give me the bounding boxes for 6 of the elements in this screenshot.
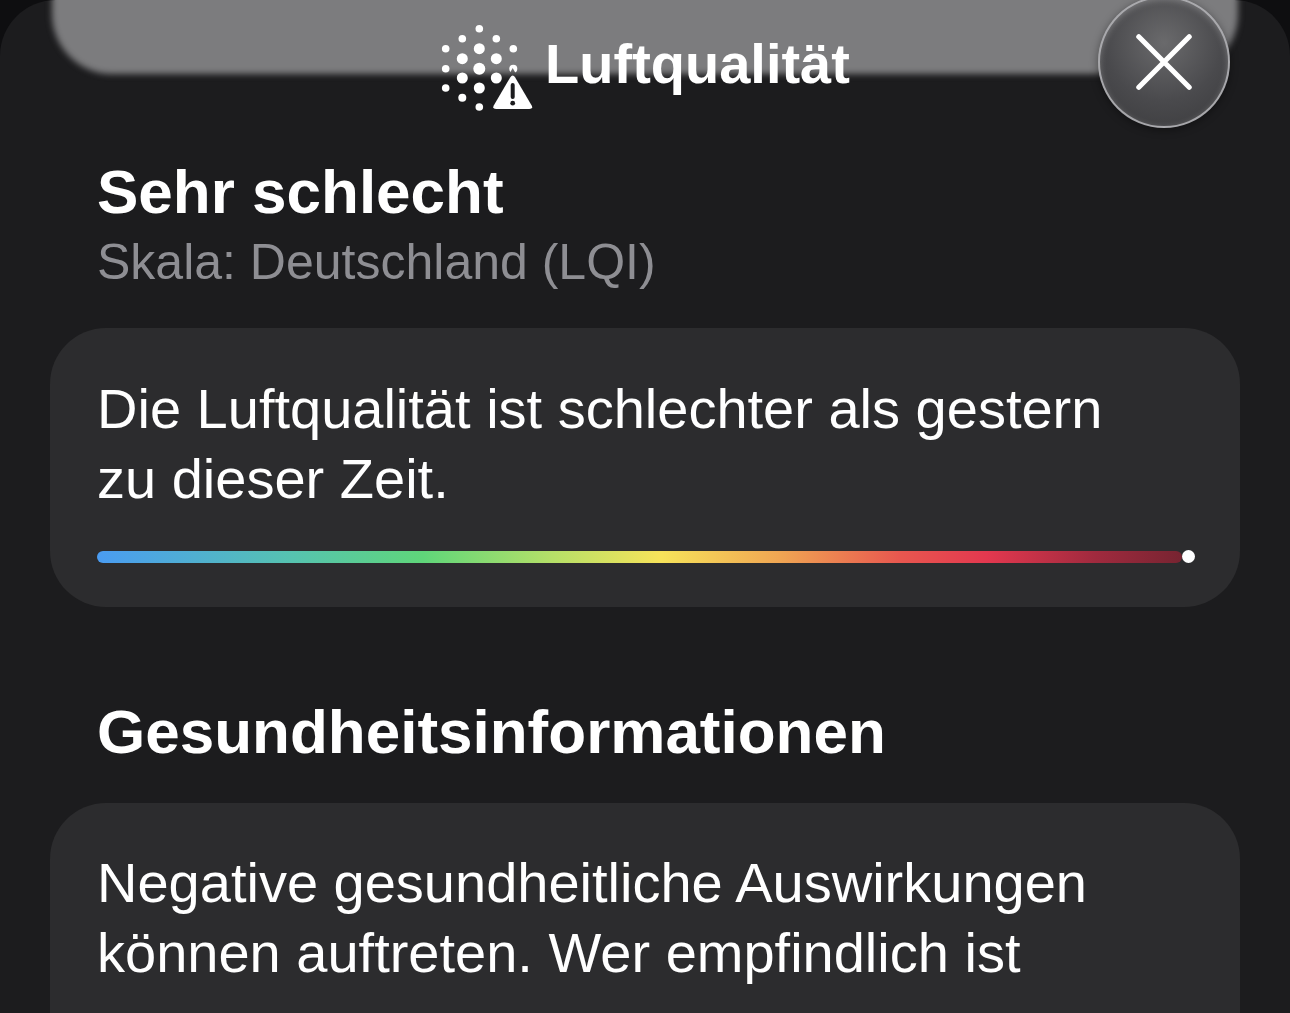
close-icon bbox=[1136, 34, 1192, 90]
scale-label: Skala: Deutschland (LQI) bbox=[97, 233, 657, 292]
rating-heading: Sehr schlecht bbox=[97, 156, 505, 228]
health-info-text: Negative gesundheitliche Auswirkungen können auftreten. Wer empfindlich ist bbox=[97, 850, 1088, 986]
section-heading: Gesundheitsinformationen bbox=[97, 696, 887, 768]
comparison-text: Die Luftqualität ist schlechter als gestern zu dieser Zeit. bbox=[97, 376, 1104, 512]
